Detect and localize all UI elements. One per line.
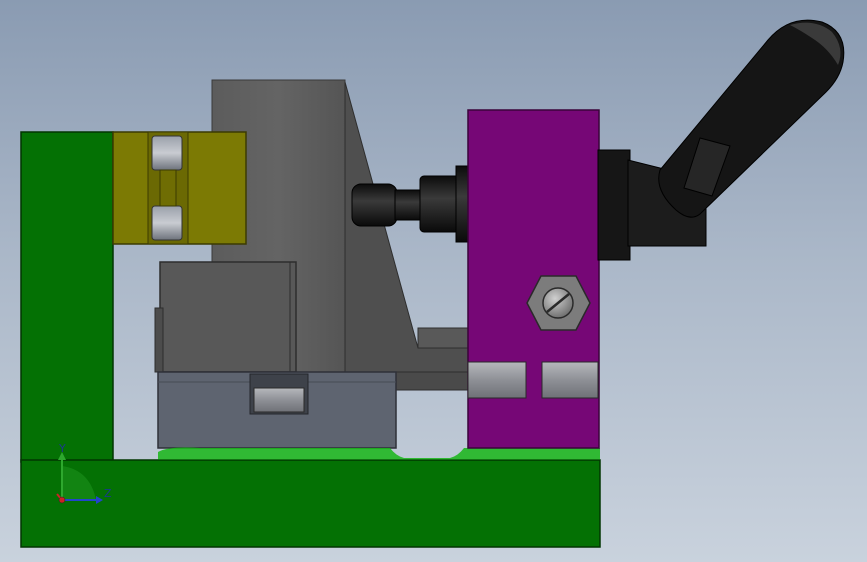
olive-clamp-block[interactable] bbox=[112, 131, 247, 245]
steel-pad-left bbox=[467, 361, 527, 399]
toggle-handle[interactable] bbox=[597, 19, 845, 261]
cad-viewport[interactable]: Y Z bbox=[0, 0, 867, 562]
blue-gray-base[interactable] bbox=[157, 371, 397, 449]
gray-lower-block[interactable] bbox=[154, 261, 297, 373]
green-upright[interactable] bbox=[20, 131, 114, 463]
z-axis-label: Z bbox=[104, 487, 112, 500]
model-scene[interactable]: Y Z bbox=[0, 0, 867, 562]
purple-clamp-plate[interactable] bbox=[467, 109, 600, 449]
y-axis-label: Y bbox=[58, 442, 66, 455]
roller-upper bbox=[151, 135, 183, 171]
steel-pad-right bbox=[541, 361, 599, 399]
roller-lower bbox=[151, 205, 183, 241]
hex-nut[interactable] bbox=[526, 275, 591, 331]
steel-key-block bbox=[253, 387, 305, 413]
